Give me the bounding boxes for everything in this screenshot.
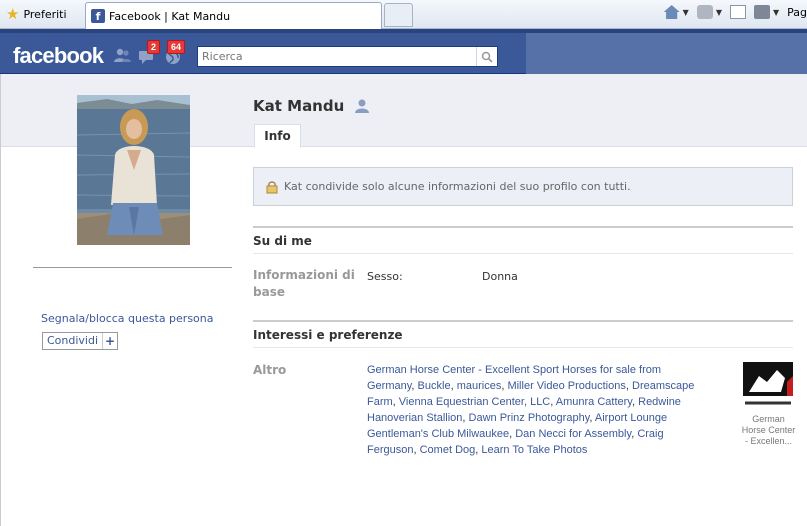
- page-menu-label: Pag: [787, 5, 807, 19]
- share-button[interactable]: Condividi +: [42, 332, 119, 350]
- interest-link[interactable]: Dan Necci for Assembly: [515, 428, 631, 440]
- home-button[interactable]: ▼: [663, 5, 689, 19]
- header-right-area: [526, 33, 807, 74]
- interest-page-caption[interactable]: German Horse Center - Excellen...: [740, 414, 797, 447]
- basic-info-label: Informazioni di base: [253, 268, 355, 299]
- section-divider: [253, 320, 793, 322]
- messages-jewel[interactable]: 2: [138, 40, 161, 65]
- facebook-header: facebook 2 64: [0, 33, 807, 74]
- sex-value: Donna: [482, 270, 518, 283]
- notifications-count-badge: 64: [167, 40, 186, 54]
- profile-name-row: Kat Mandu: [253, 97, 370, 115]
- profile-photo-image: [77, 95, 190, 245]
- tab-title: Facebook | Kat Mandu: [109, 9, 231, 23]
- plus-icon: +: [105, 334, 116, 348]
- new-tab-button[interactable]: [384, 3, 413, 27]
- profile-name: Kat Mandu: [253, 97, 345, 115]
- feeds-button[interactable]: ▼: [696, 5, 722, 19]
- interest-link[interactable]: Amunra Cattery: [556, 396, 632, 408]
- browser-toolbar: ★ Preferiti f Facebook | Kat Mandu ▼ ▼ ▼…: [0, 0, 807, 29]
- chevron-down-icon[interactable]: ▼: [773, 8, 779, 17]
- search-button[interactable]: [476, 47, 497, 66]
- browser-tools: ▼ ▼ ▼ Pag: [663, 5, 807, 19]
- page-menu-button[interactable]: Pag: [787, 6, 807, 19]
- chevron-down-icon[interactable]: ▼: [683, 8, 689, 17]
- printer-icon: [753, 5, 770, 19]
- messages-count-badge: 2: [147, 40, 161, 54]
- interest-link[interactable]: maurices: [457, 380, 502, 392]
- search-input[interactable]: [198, 47, 476, 66]
- sex-key: Sesso:: [367, 270, 403, 283]
- profile-picture[interactable]: [77, 95, 190, 245]
- search-box[interactable]: [197, 46, 498, 67]
- about-heading: Su di me: [253, 234, 312, 248]
- favorites-label: Preferiti: [23, 7, 67, 21]
- section-divider: [253, 226, 793, 228]
- home-icon: [663, 5, 680, 19]
- tab-info[interactable]: Info: [254, 124, 301, 148]
- facebook-logo[interactable]: facebook: [13, 43, 104, 69]
- lock-icon: [266, 180, 278, 193]
- horse-logo-image: [743, 362, 793, 412]
- mail-icon: [729, 5, 746, 19]
- friends-icon: [114, 48, 131, 62]
- report-block-link[interactable]: Segnala/blocca questa persona: [41, 312, 214, 325]
- interest-link[interactable]: Vienna Equestrian Center, LLC: [399, 396, 550, 408]
- other-label: Altro: [253, 363, 287, 377]
- interest-link[interactable]: Miller Video Productions: [507, 380, 625, 392]
- share-label: Condividi: [43, 333, 104, 349]
- favorites-button[interactable]: ★ Preferiti: [6, 5, 67, 23]
- section-sub-divider: [253, 253, 793, 254]
- interest-link[interactable]: Buckle: [418, 380, 451, 392]
- chevron-down-icon[interactable]: ▼: [716, 8, 722, 17]
- add-friend-icon[interactable]: [354, 98, 370, 114]
- interest-page-thumbnail[interactable]: [743, 362, 793, 412]
- privacy-notice: Kat condivide solo alcune informazioni d…: [253, 167, 793, 206]
- page-left-border: [0, 74, 1, 526]
- section-sub-divider: [253, 347, 793, 348]
- mail-button[interactable]: [729, 5, 746, 19]
- friend-requests-jewel[interactable]: [113, 47, 133, 65]
- interest-link[interactable]: Dawn Prinz Photography: [469, 412, 590, 424]
- rss-icon: [696, 5, 713, 19]
- browser-tab-facebook[interactable]: f Facebook | Kat Mandu: [85, 2, 382, 29]
- interests-list: German Horse Center - Excellent Sport Ho…: [367, 364, 695, 456]
- star-icon: ★: [6, 4, 20, 23]
- interest-link[interactable]: Comet Dog: [420, 444, 476, 456]
- interests-heading: Interessi e preferenze: [253, 328, 403, 342]
- left-column-divider: [33, 267, 232, 268]
- facebook-favicon-icon: f: [91, 9, 105, 23]
- interest-link[interactable]: Learn To Take Photos: [481, 444, 587, 456]
- notifications-jewel[interactable]: 64: [164, 40, 186, 65]
- print-button[interactable]: ▼: [753, 5, 779, 19]
- search-icon: [481, 51, 493, 63]
- privacy-notice-text: Kat condivide solo alcune informazioni d…: [284, 180, 631, 193]
